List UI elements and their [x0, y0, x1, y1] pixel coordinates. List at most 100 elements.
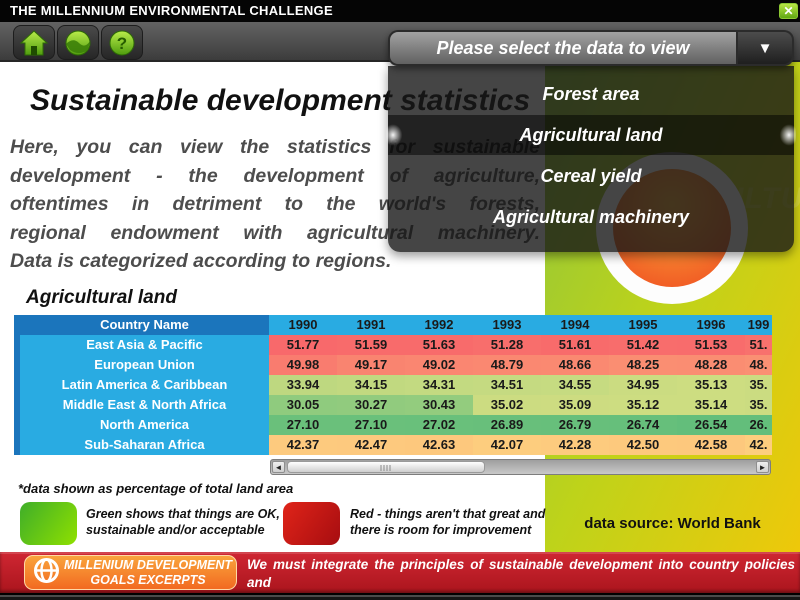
value-cell: 51. — [745, 335, 772, 355]
table-row: Latin America & Caribbean 33.94 34.15 34.31… — [20, 375, 772, 395]
data-table: Country Name 1990 1991 1992 1993 1994 1995 1996… — [14, 315, 772, 455]
value-cell: 26.54 — [677, 415, 745, 435]
value-cell: 35. — [745, 395, 772, 415]
value-cell: 27.10 — [337, 415, 405, 435]
year-header: 1991 — [337, 315, 405, 335]
value-cell: 49.98 — [269, 355, 337, 375]
help-button[interactable]: ? — [101, 25, 143, 60]
close-icon: ✕ — [783, 4, 794, 18]
dropdown-option-label: Agricultural land — [519, 124, 663, 145]
scroll-left-button[interactable]: ◄ — [272, 461, 285, 473]
legend-line: Green shows that things are OK, — [86, 507, 280, 521]
legend-green-text: Green shows that things are OK, sustaina… — [86, 506, 280, 538]
dropdown-list: Forest area Agricultural land Cereal yield… — [386, 66, 796, 252]
legend-red-text: Red - things aren't that great and there… — [350, 506, 545, 538]
globe-button[interactable] — [57, 25, 99, 60]
svg-text:?: ? — [117, 34, 127, 53]
year-header: 1993 — [473, 315, 541, 335]
region-name: North America — [20, 415, 269, 435]
table-row: Sub-Saharan Africa 42.37 42.47 42.63 42.07 42… — [20, 435, 772, 455]
year-header: 1990 — [269, 315, 337, 335]
value-cell: 34.51 — [473, 375, 541, 395]
legend-line: sustainable and/or acceptable — [86, 523, 265, 537]
title-bar: THE MILLENNIUM ENVIRONMENTAL CHALLENGE — [0, 0, 800, 22]
badge-line: GOALS EXCERPTS — [90, 572, 206, 587]
badge-line: MILLENIUM DEVELOPMENT — [63, 558, 233, 572]
mdg-badge-text: MILLENIUM DEVELOPMENT GOALS EXCERPTS — [60, 558, 236, 587]
scroll-right-icon: ► — [758, 463, 767, 472]
value-cell: 35.13 — [677, 375, 745, 395]
dropdown-option[interactable]: Forest area — [388, 74, 794, 114]
value-cell: 35.12 — [609, 395, 677, 415]
legend-line: there is room for improvement — [350, 523, 532, 537]
chevron-down-icon: ▼ — [757, 39, 773, 57]
value-cell: 49.02 — [405, 355, 473, 375]
value-cell: 42.63 — [405, 435, 473, 455]
value-cell: 51.77 — [269, 335, 337, 355]
scroll-right-button[interactable]: ► — [756, 461, 769, 473]
close-button[interactable]: ✕ — [779, 3, 798, 19]
value-cell: 49.17 — [337, 355, 405, 375]
table-footnote: *data shown as percentage of total land … — [18, 481, 294, 496]
app-window: THE MILLENNIUM ENVIRONMENTAL CHALLENGE ✕ — [0, 0, 800, 600]
dropdown-option[interactable]: Agricultural land — [386, 115, 796, 155]
quote-line: We must integrate the principles of sust… — [247, 557, 795, 590]
value-cell: 34.31 — [405, 375, 473, 395]
value-cell: 27.02 — [405, 415, 473, 435]
value-cell: 34.15 — [337, 375, 405, 395]
legend-green-swatch — [20, 502, 77, 545]
legend-red-swatch — [283, 502, 340, 545]
value-cell: 30.27 — [337, 395, 405, 415]
home-icon — [19, 29, 49, 57]
dropdown-arrow-button[interactable]: ▼ — [738, 32, 792, 64]
value-cell: 48. — [745, 355, 772, 375]
value-cell: 42.07 — [473, 435, 541, 455]
value-cell: 42.58 — [677, 435, 745, 455]
value-cell: 35.14 — [677, 395, 745, 415]
selection-glow-icon — [770, 118, 796, 152]
value-cell: 30.05 — [269, 395, 337, 415]
value-cell: 51.63 — [405, 335, 473, 355]
value-cell: 26.74 — [609, 415, 677, 435]
section-title: Agricultural land — [26, 287, 177, 308]
region-name: Latin America & Caribbean — [20, 375, 269, 395]
table-row: Middle East & North Africa 30.05 30.27 30.4… — [20, 395, 772, 415]
mdg-badge: MILLENIUM DEVELOPMENT GOALS EXCERPTS — [24, 555, 237, 590]
dropdown-option-label: Forest area — [542, 83, 640, 104]
value-cell: 35.02 — [473, 395, 541, 415]
app-title: THE MILLENNIUM ENVIRONMENTAL CHALLENGE — [10, 3, 333, 18]
value-cell: 26.79 — [541, 415, 609, 435]
value-cell: 42.50 — [609, 435, 677, 455]
value-cell: 51.53 — [677, 335, 745, 355]
year-header: 1992 — [405, 315, 473, 335]
value-cell: 42.37 — [269, 435, 337, 455]
bottom-chrome — [0, 593, 800, 600]
scrollbar-grip-icon — [380, 465, 392, 471]
value-cell: 51.59 — [337, 335, 405, 355]
value-cell: 30.43 — [405, 395, 473, 415]
region-name: Sub-Saharan Africa — [20, 435, 269, 455]
home-button[interactable] — [13, 25, 55, 60]
year-header: 1995 — [609, 315, 677, 335]
value-cell: 48.28 — [677, 355, 745, 375]
column-header: Country Name — [20, 315, 269, 335]
region-name: Middle East & North Africa — [20, 395, 269, 415]
value-cell: 26. — [745, 415, 772, 435]
value-cell: 51.42 — [609, 335, 677, 355]
table-scrollbar[interactable]: ◄ ► — [270, 459, 771, 475]
globe-icon — [64, 29, 92, 57]
scrollbar-thumb[interactable] — [287, 461, 485, 473]
dropdown-option[interactable]: Agricultural machinery — [388, 197, 794, 237]
globe-outline-icon — [33, 557, 60, 589]
selection-glow-icon — [386, 118, 412, 152]
value-cell: 51.28 — [473, 335, 541, 355]
dropdown-header[interactable]: Please select the data to view ▼ — [388, 30, 794, 66]
dropdown-option[interactable]: Cereal yield — [388, 156, 794, 196]
value-cell: 42.47 — [337, 435, 405, 455]
table-row: North America 27.10 27.10 27.02 26.89 26.79 26… — [20, 415, 772, 435]
dropdown-option-label: Agricultural machinery — [492, 206, 690, 227]
table-row: European Union 49.98 49.17 49.02 48.79 48.66 4… — [20, 355, 772, 375]
value-cell: 48.79 — [473, 355, 541, 375]
help-icon: ? — [108, 29, 136, 57]
value-cell: 34.55 — [541, 375, 609, 395]
